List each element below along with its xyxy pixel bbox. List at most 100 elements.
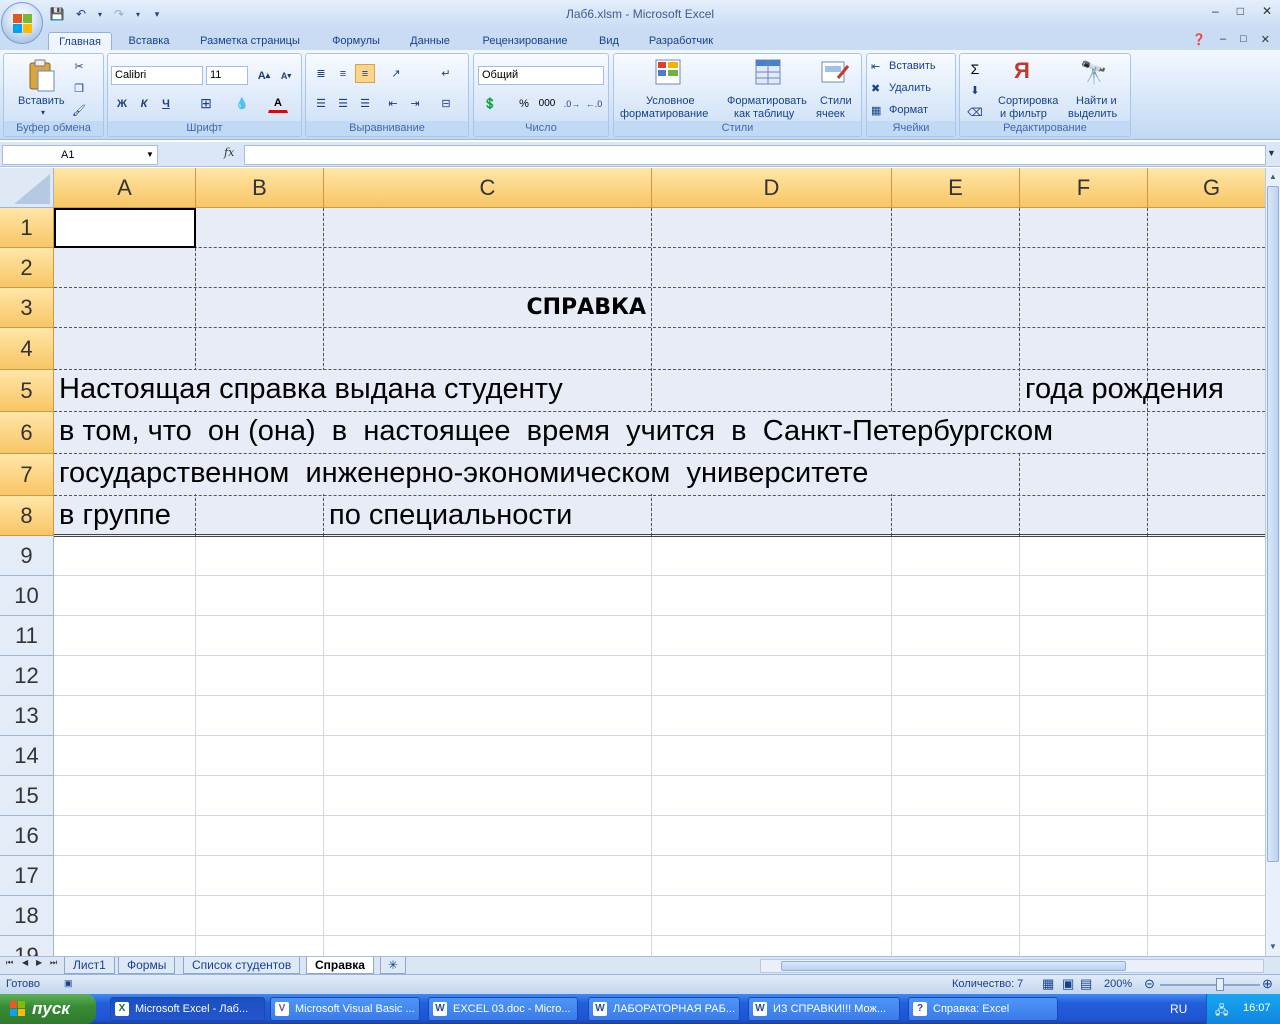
row-header-18[interactable]: 18 — [0, 896, 54, 936]
row-header-12[interactable]: 12 — [0, 656, 54, 696]
cell-a6[interactable]: государственном инженерно-экономическом … — [59, 452, 868, 494]
wrap-text-icon[interactable]: ↵ — [436, 64, 456, 83]
scroll-up-icon[interactable]: ▲ — [1267, 170, 1279, 184]
currency-icon[interactable]: 💲 — [480, 94, 500, 113]
taskbar-item-word-2[interactable]: W ЛАБОРАТОРНАЯ РАБ... — [588, 997, 740, 1021]
zoom-level[interactable]: 200% — [1104, 978, 1132, 990]
bold-button[interactable]: Ж — [112, 94, 132, 113]
find-select-label-2[interactable]: выделить — [1068, 108, 1117, 120]
first-sheet-icon[interactable]: ⏮ — [6, 958, 13, 968]
taskbar-item-word-3[interactable]: W ИЗ СПРАВКИ!!! Мож... — [748, 997, 900, 1021]
zoom-in-icon[interactable]: ⊕ — [1262, 976, 1273, 992]
increase-indent-icon[interactable]: ⇥ — [405, 94, 425, 113]
fill-color-icon[interactable]: 💧 — [232, 94, 252, 113]
row-header-11[interactable]: 11 — [0, 616, 54, 656]
zoom-slider-thumb[interactable] — [1216, 978, 1224, 991]
align-top-icon[interactable]: ≣ — [311, 64, 331, 83]
cell-c2[interactable]: СПРАВКА — [324, 288, 650, 328]
autosum-icon[interactable]: Σ — [965, 59, 985, 78]
cell-styles-label-2[interactable]: ячеек — [816, 108, 845, 120]
row-header-2[interactable]: 2 — [0, 248, 54, 288]
name-box-dropdown-icon[interactable]: ▼ — [146, 150, 154, 159]
row-header-7[interactable]: 7 — [0, 454, 54, 496]
close-icon[interactable]: ✕ — [1262, 4, 1272, 18]
conditional-formatting-label-1[interactable]: Условное — [646, 95, 695, 107]
column-header-e[interactable]: E — [892, 168, 1020, 208]
name-box[interactable]: A1 — [2, 145, 158, 165]
zoom-slider[interactable] — [1160, 984, 1260, 986]
cell-c7[interactable]: по специальности — [329, 494, 572, 536]
tab-developer[interactable]: Разработчик — [636, 32, 726, 51]
language-indicator[interactable]: RU — [1170, 1002, 1187, 1016]
column-header-f[interactable]: F — [1020, 168, 1148, 208]
number-format-select[interactable]: Общий — [478, 66, 604, 85]
clear-icon[interactable]: ⌫ — [965, 103, 985, 122]
row-header-8[interactable]: 8 — [0, 496, 54, 536]
column-header-c[interactable]: C — [324, 168, 652, 208]
cell-styles-icon[interactable] — [820, 58, 850, 88]
underline-button[interactable]: Ч — [156, 94, 176, 113]
align-right-icon[interactable]: ☰ — [355, 94, 375, 113]
column-header-b[interactable]: B — [196, 168, 324, 208]
last-sheet-icon[interactable]: ⏭ — [50, 958, 57, 968]
row-header-19[interactable]: 19 — [0, 936, 54, 956]
sheet-tab-1[interactable]: Лист1 — [64, 957, 115, 974]
taskbar-item-help[interactable]: ? Справка: Excel — [908, 997, 1058, 1021]
vertical-scrollbar[interactable]: ▲ ▼ — [1265, 168, 1280, 956]
format-cells-icon[interactable]: ▦ — [871, 104, 881, 117]
select-all-corner[interactable] — [0, 168, 54, 208]
paste-button[interactable]: Вставить — [18, 95, 65, 107]
cell-styles-label-1[interactable]: Стили — [820, 95, 852, 107]
tab-view[interactable]: Вид — [590, 32, 628, 51]
italic-button[interactable]: К — [134, 94, 154, 113]
tab-formulas[interactable]: Формулы — [320, 32, 392, 51]
taskbar-item-vba[interactable]: V Microsoft Visual Basic ... — [270, 997, 420, 1021]
copy-icon[interactable]: ❐ — [69, 79, 89, 98]
row-header-5[interactable]: 5 — [0, 370, 54, 412]
cell-a5[interactable]: в том, что он (она) в настоящее время уч… — [59, 410, 1053, 452]
minimize-workbook-icon[interactable]: – — [1220, 33, 1226, 46]
cut-icon[interactable]: ✂ — [69, 57, 89, 76]
taskbar-item-excel[interactable]: X Microsoft Excel - Лаб... — [110, 997, 265, 1021]
tab-page-layout[interactable]: Разметка страницы — [188, 32, 312, 51]
grow-font-icon[interactable]: A ▴ — [254, 66, 274, 85]
help-icon[interactable]: ❓ — [1192, 33, 1206, 46]
formula-input[interactable] — [244, 145, 1266, 165]
paste-icon[interactable] — [26, 59, 56, 92]
cell-a7[interactable]: в группе — [59, 494, 171, 536]
row-header-13[interactable]: 13 — [0, 696, 54, 736]
shrink-font-icon[interactable]: A ▾ — [276, 66, 296, 85]
restore-workbook-icon[interactable]: □ — [1240, 33, 1247, 46]
decrease-decimal-icon[interactable]: ←.0 — [584, 94, 604, 113]
increase-decimal-icon[interactable]: .0→ — [562, 94, 582, 113]
format-painter-icon[interactable]: 🖌 — [69, 101, 89, 120]
find-select-icon[interactable]: 🔭 — [1080, 60, 1110, 90]
column-header-d[interactable]: D — [652, 168, 892, 208]
insert-function-icon[interactable]: fx — [224, 146, 234, 159]
conditional-formatting-icon[interactable] — [654, 58, 684, 88]
scroll-down-icon[interactable]: ▼ — [1267, 940, 1279, 954]
delete-cells-button[interactable]: Удалить — [889, 82, 931, 94]
conditional-formatting-label-2[interactable]: форматирование — [620, 108, 708, 120]
next-sheet-icon[interactable]: ▶ — [36, 958, 42, 967]
start-button[interactable]: пуск — [0, 994, 96, 1024]
sheet-tab-2[interactable]: Формы — [118, 957, 176, 974]
tab-data[interactable]: Данные — [398, 32, 462, 51]
row-header-16[interactable]: 16 — [0, 816, 54, 856]
insert-cells-icon[interactable]: ⇤ — [871, 60, 880, 73]
row-header-6[interactable]: 6 — [0, 412, 54, 454]
horizontal-scroll-thumb[interactable] — [781, 961, 1126, 971]
active-cell-a1[interactable] — [54, 208, 196, 248]
row-header-15[interactable]: 15 — [0, 776, 54, 816]
row-header-10[interactable]: 10 — [0, 576, 54, 616]
tray-network-icon[interactable]: 🖧 — [1215, 1001, 1228, 1022]
row-header-17[interactable]: 17 — [0, 856, 54, 896]
font-name-select[interactable]: Calibri — [111, 66, 203, 85]
sort-filter-icon[interactable]: Я — [1014, 58, 1044, 88]
sort-filter-label-2[interactable]: и фильтр — [1000, 108, 1047, 120]
fill-icon[interactable]: ⬇ — [965, 81, 985, 100]
column-header-g[interactable]: G — [1148, 168, 1265, 208]
sheet-tab-active[interactable]: Справка — [306, 957, 374, 974]
column-header-a[interactable]: A — [54, 168, 196, 208]
tab-home[interactable]: Главная — [48, 32, 112, 51]
